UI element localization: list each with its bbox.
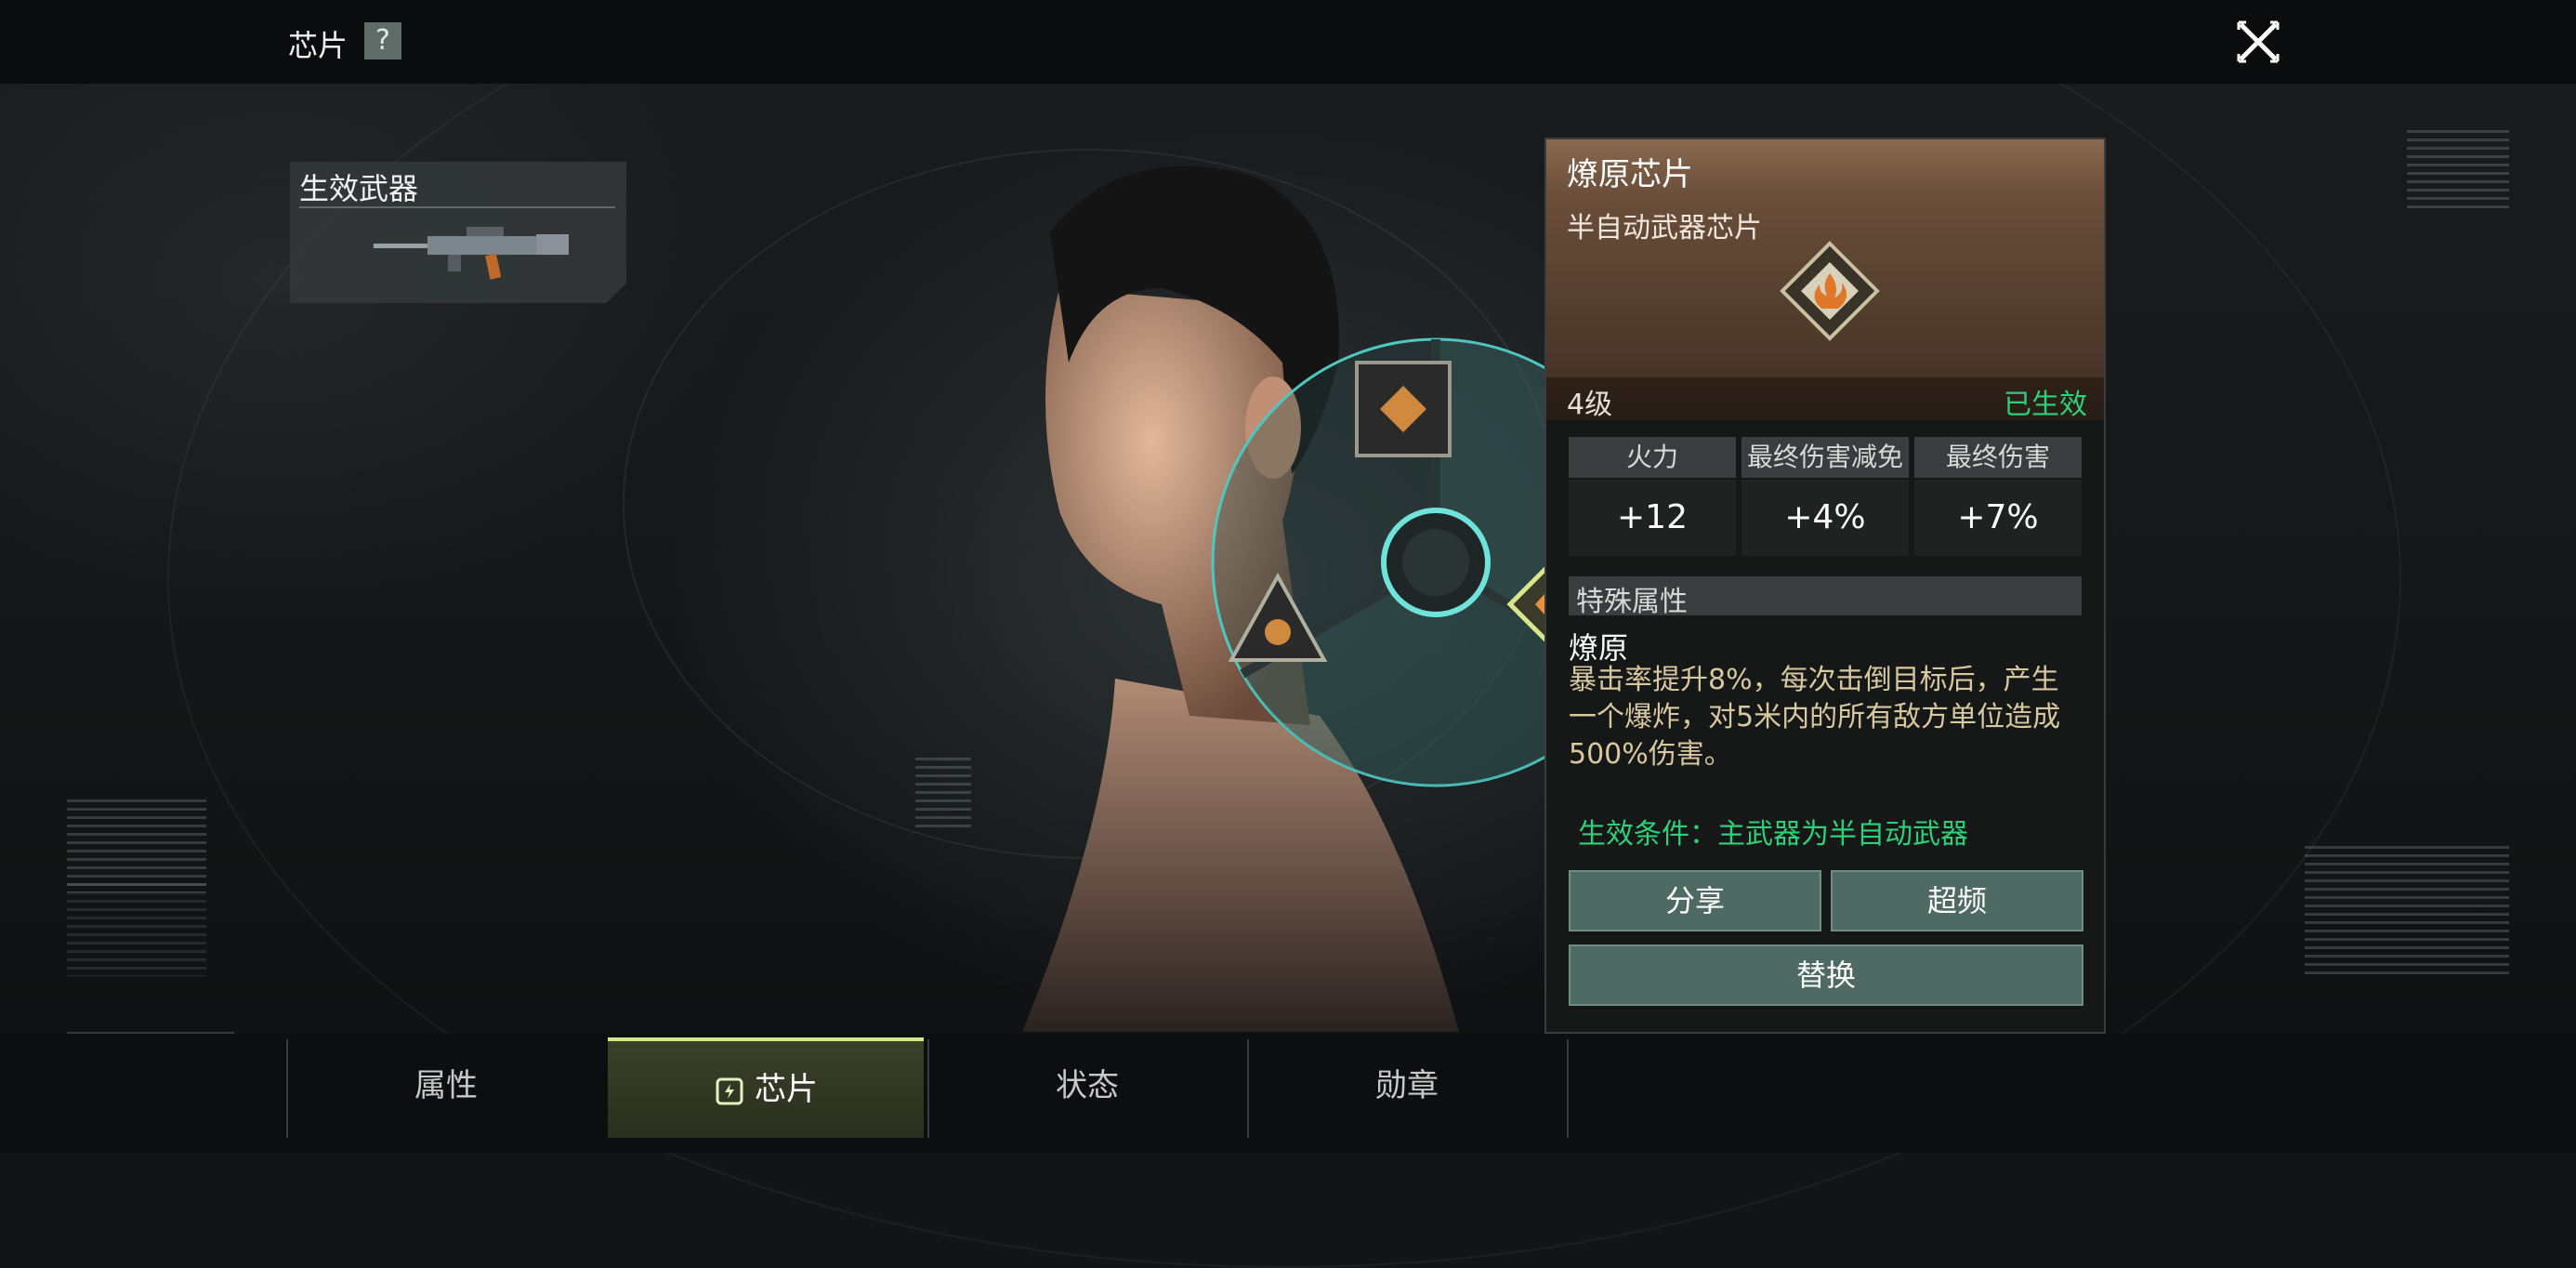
- tab-label: 状态: [1056, 1067, 1119, 1104]
- tab-chips[interactable]: 芯片: [608, 1037, 924, 1138]
- tab-label: 勋章: [1375, 1067, 1439, 1104]
- rifle-icon: [374, 227, 569, 280]
- stat-label: 最终伤害减免: [1741, 437, 1909, 478]
- tab-medals[interactable]: 勋章: [1249, 1037, 1565, 1134]
- hud-deco-right-top: [2407, 130, 2509, 214]
- tab-label: 属性: [414, 1067, 478, 1104]
- tab-divider: [1567, 1039, 1569, 1138]
- stat-column: 最终伤害 +7%: [1914, 437, 2082, 556]
- stat-column: 火力 +12: [1569, 437, 1736, 556]
- tab-label: 芯片: [755, 1071, 818, 1108]
- chip-slot-top[interactable]: [1355, 361, 1452, 457]
- hud-deco-left: [67, 799, 206, 892]
- tab-attributes[interactable]: 属性: [288, 1037, 604, 1134]
- chip-detail-header: 燎原芯片 半自动武器芯片 4级 已生效: [1546, 139, 2104, 421]
- help-button[interactable]: ?: [364, 22, 401, 59]
- hud-deco-left-2: [67, 883, 206, 976]
- special-attribute-description: 暴击率提升8%，每次击倒目标后，产生 一个爆炸，对5米内的所有敌方单位造成 50…: [1569, 662, 2089, 773]
- overclock-button[interactable]: 超频: [1831, 870, 2083, 931]
- chip-type: 半自动武器芯片: [1567, 212, 1762, 244]
- effect-condition: 生效条件：主武器为半自动武器: [1578, 818, 1968, 851]
- chip-status-badge: 已生效: [2004, 389, 2087, 421]
- stat-value: +7%: [1914, 480, 2082, 556]
- close-icon[interactable]: [2235, 19, 2281, 65]
- stat-column: 最终伤害减免 +4%: [1741, 437, 1909, 556]
- weapon-panel-title: 生效武器: [299, 171, 419, 206]
- description-line: 500%伤害。: [1569, 738, 1732, 771]
- bottom-tab-bar: 属性 芯片 状态 勋章: [0, 1034, 2576, 1153]
- flame-chip-icon: [1780, 241, 1880, 341]
- special-attribute-title: 特殊属性: [1576, 586, 1688, 618]
- top-bar: 芯片 ?: [0, 0, 2576, 84]
- stat-value: +12: [1569, 480, 1736, 556]
- active-weapon-panel[interactable]: 生效武器: [290, 162, 626, 303]
- description-line: 一个爆炸，对5米内的所有敌方单位造成: [1569, 701, 2061, 733]
- replace-button[interactable]: 替换: [1569, 944, 2083, 1006]
- hud-deco-right: [2305, 846, 2509, 976]
- page-title: 芯片: [288, 28, 348, 63]
- tab-status[interactable]: 状态: [929, 1037, 1245, 1134]
- chip-detail-panel: 燎原芯片 半自动武器芯片 4级 已生效 火力 +12 最终伤害减免 +4% 最终…: [1544, 138, 2106, 1034]
- chip-level-row: 4级 已生效: [1546, 377, 2104, 421]
- description-line: 暴击率提升8%，每次击倒目标后，产生: [1569, 664, 2059, 696]
- share-button[interactable]: 分享: [1569, 870, 1821, 931]
- chip-icon: [716, 1077, 743, 1104]
- chip-level: 4级: [1567, 389, 1613, 421]
- stats-table: 火力 +12 最终伤害减免 +4% 最终伤害 +7%: [1569, 437, 2082, 556]
- special-attribute-header: 特殊属性: [1569, 576, 2082, 618]
- divider: [299, 206, 615, 208]
- stat-value: +4%: [1741, 480, 1909, 556]
- stat-label: 最终伤害: [1914, 437, 2082, 478]
- stat-label: 火力: [1569, 437, 1736, 478]
- chip-name: 燎原芯片: [1567, 156, 1693, 193]
